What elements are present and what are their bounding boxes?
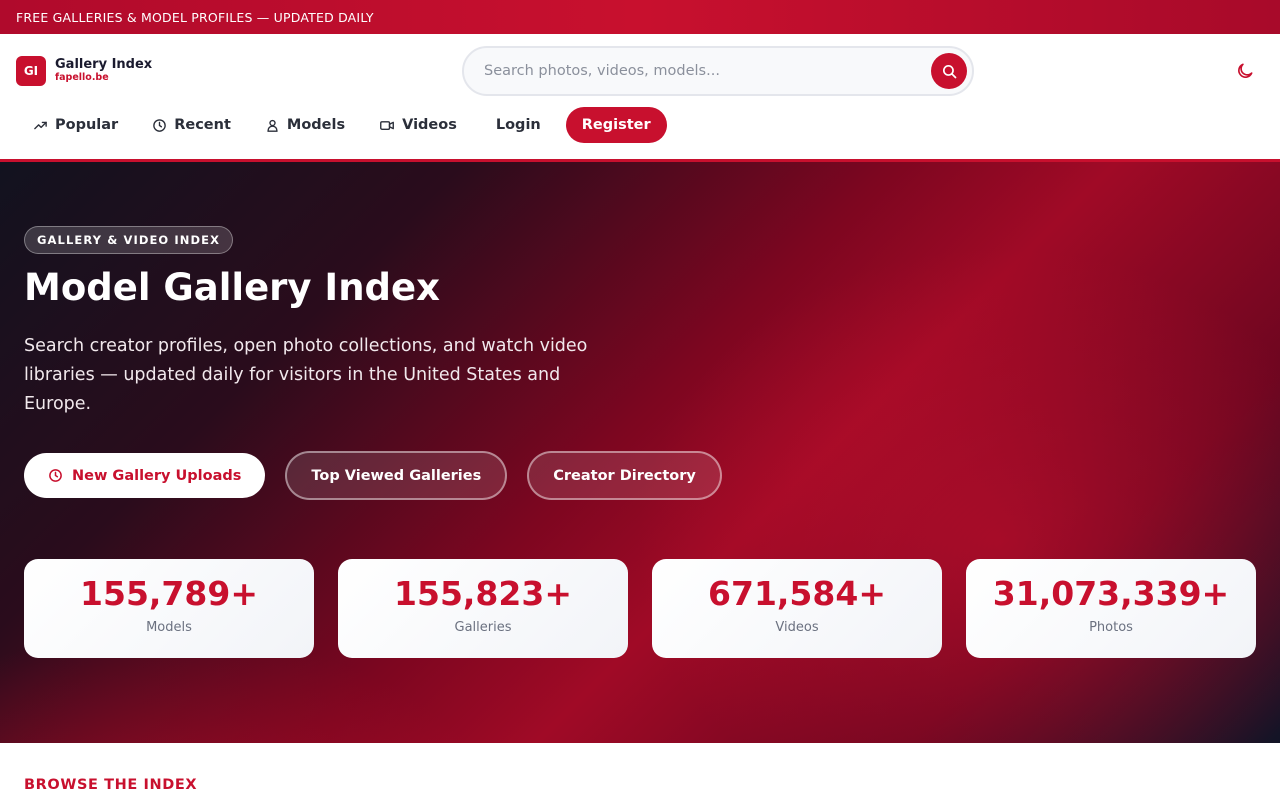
stat-label: Galleries bbox=[454, 620, 512, 636]
brand-link[interactable]: GI Gallery Index fapello.be bbox=[16, 56, 152, 86]
search-bar bbox=[462, 46, 974, 96]
nav-item-label: Recent bbox=[174, 117, 231, 133]
search-button[interactable] bbox=[931, 53, 967, 89]
brand-text: Gallery Index fapello.be bbox=[55, 57, 153, 84]
stat-value: 31,073,339+ bbox=[992, 574, 1230, 613]
hero-section: GALLERY & VIDEO INDEX Model Gallery Inde… bbox=[0, 162, 1280, 743]
clock-icon bbox=[153, 118, 167, 132]
button-label: New Gallery Uploads bbox=[72, 467, 242, 484]
hero-actions: New Gallery Uploads Top Viewed Galleries… bbox=[24, 451, 722, 500]
search-input[interactable] bbox=[464, 63, 931, 79]
stat-label: Photos bbox=[1089, 620, 1133, 636]
stat-card-galleries: 155,823+ Galleries bbox=[338, 559, 628, 658]
nav-item-label: Popular bbox=[55, 117, 119, 133]
clock-icon bbox=[49, 469, 62, 482]
brand-name: Gallery Index bbox=[55, 57, 153, 73]
hero-description: Search creator profiles, open photo coll… bbox=[24, 336, 588, 414]
stat-card-photos: 31,073,339+ Photos bbox=[966, 559, 1256, 658]
stats-row: 155,789+ Models 155,823+ Galleries 671,5… bbox=[24, 559, 1256, 658]
site-header: GI Gallery Index fapello.be Popular bbox=[0, 34, 1280, 162]
stat-label: Models bbox=[146, 620, 192, 636]
nav-item-videos[interactable]: Videos bbox=[362, 107, 474, 143]
stat-value: 155,789+ bbox=[80, 574, 258, 613]
main-nav: Popular Recent Models Videos Login Regis… bbox=[16, 107, 667, 143]
stat-value: 155,823+ bbox=[394, 574, 572, 613]
nav-item-recent[interactable]: Recent bbox=[135, 107, 248, 143]
nav-item-label: Models bbox=[286, 117, 346, 133]
page-title: Model Gallery Index bbox=[24, 266, 440, 309]
button-label: Creator Directory bbox=[553, 467, 696, 484]
search-icon bbox=[942, 64, 956, 78]
trending-up-icon bbox=[34, 121, 47, 129]
hero-badge: GALLERY & VIDEO INDEX bbox=[24, 226, 234, 254]
brand-domain: fapello.be bbox=[55, 72, 109, 83]
top-viewed-galleries-button[interactable]: Top Viewed Galleries bbox=[285, 451, 508, 500]
stat-card-videos: 671,584+ Videos bbox=[652, 559, 942, 658]
moon-icon bbox=[1238, 63, 1253, 78]
announcement-text: FREE GALLERIES & MODEL PROFILES — UPDATE… bbox=[16, 9, 374, 25]
video-icon bbox=[380, 120, 395, 130]
nav-item-popular[interactable]: Popular bbox=[16, 107, 135, 143]
button-label: Top Viewed Galleries bbox=[311, 467, 482, 484]
login-link[interactable]: Login bbox=[474, 107, 566, 143]
nav-item-label: Videos bbox=[402, 117, 457, 133]
browse-section: BROWSE THE INDEX bbox=[0, 743, 1280, 800]
announcement-bar: FREE GALLERIES & MODEL PROFILES — UPDATE… bbox=[0, 0, 1280, 34]
login-label: Login bbox=[495, 117, 541, 133]
stat-value: 671,584+ bbox=[708, 574, 886, 613]
creator-directory-button[interactable]: Creator Directory bbox=[527, 451, 722, 500]
stat-card-models: 155,789+ Models bbox=[24, 559, 314, 658]
brand-logo: GI bbox=[16, 56, 46, 86]
register-button[interactable]: Register bbox=[565, 107, 667, 143]
nav-item-models[interactable]: Models bbox=[248, 107, 362, 143]
theme-toggle-button[interactable] bbox=[1234, 60, 1256, 82]
new-gallery-uploads-button[interactable]: New Gallery Uploads bbox=[24, 453, 266, 498]
section-heading: BROWSE THE INDEX bbox=[24, 777, 198, 793]
user-icon bbox=[267, 119, 278, 132]
stat-label: Videos bbox=[775, 620, 819, 636]
